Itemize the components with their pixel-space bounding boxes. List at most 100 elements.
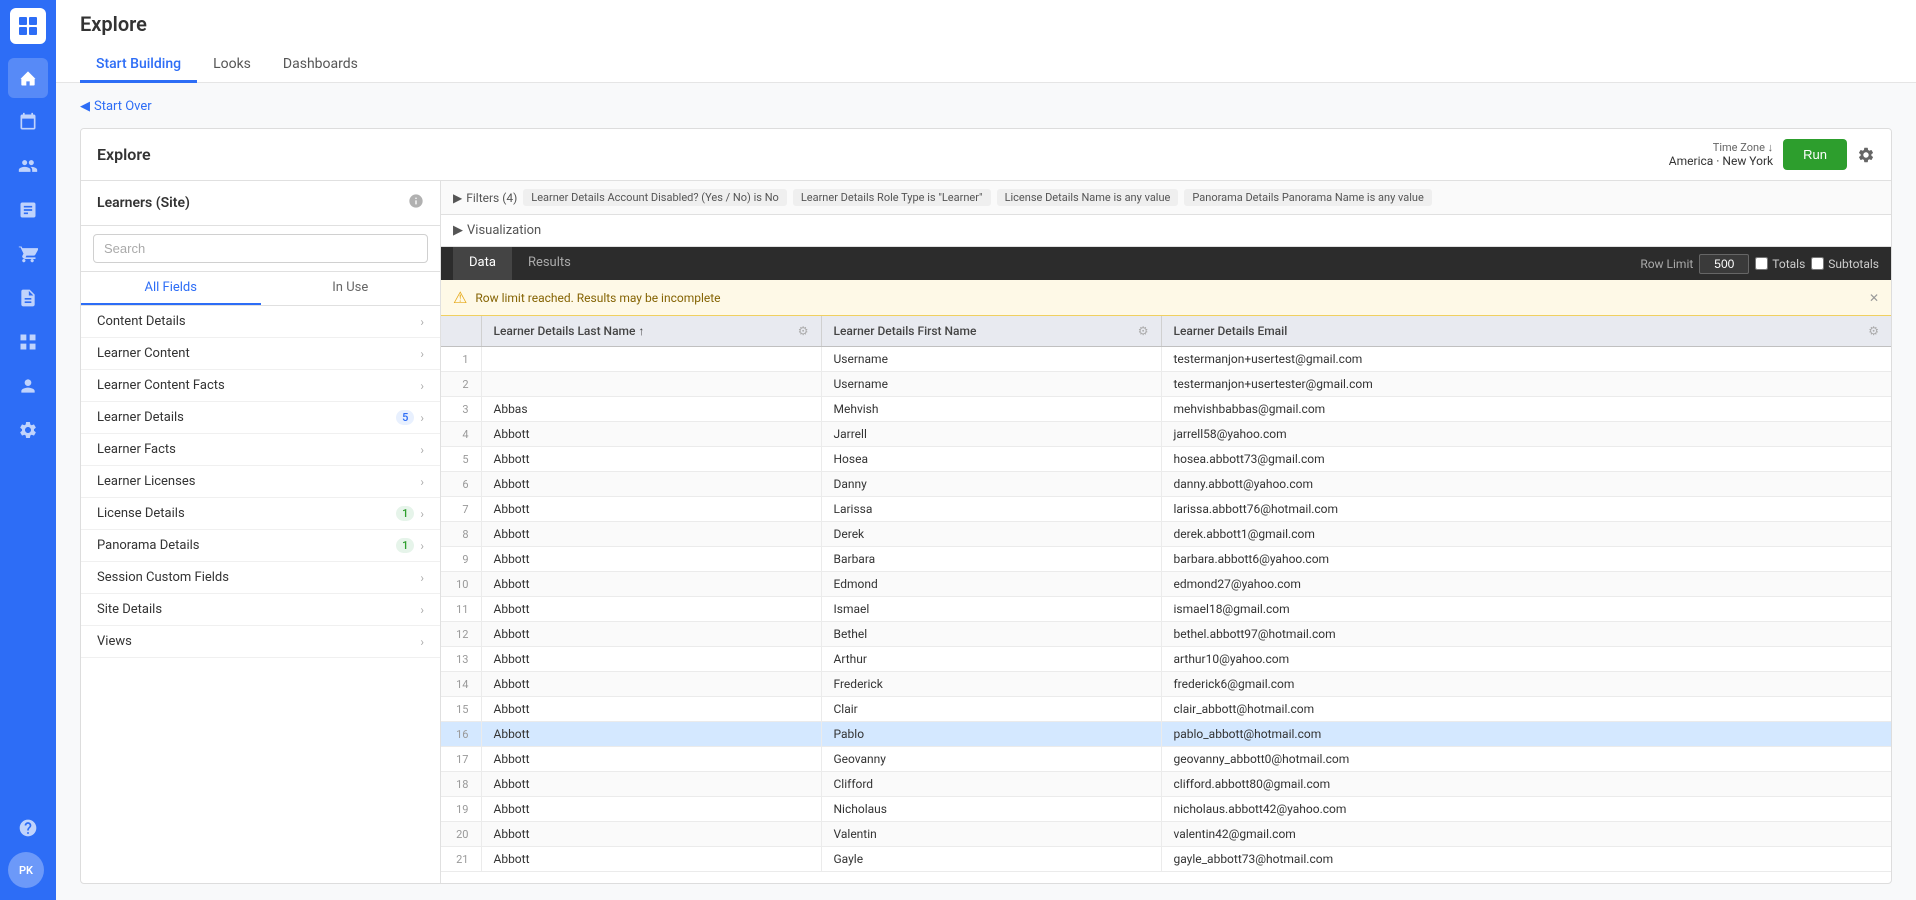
sidebar-settings-icon[interactable]	[8, 410, 48, 450]
start-over-link[interactable]: ◀ Start Over	[80, 99, 1892, 114]
sidebar-people-icon[interactable]	[8, 146, 48, 186]
close-warning-button[interactable]: ✕	[1869, 291, 1879, 305]
table-row[interactable]: 17 Abbott Geovanny geovanny_abbott0@hotm…	[441, 747, 1891, 772]
cell-email: edmond27@yahoo.com	[1161, 572, 1891, 597]
table-row[interactable]: 8 Abbott Derek derek.abbott1@gmail.com	[441, 522, 1891, 547]
table-row[interactable]: 3 Abbas Mehvish mehvishbabbas@gmail.com	[441, 397, 1891, 422]
table-row[interactable]: 1 Username testermanjon+usertest@gmail.c…	[441, 347, 1891, 372]
table-row[interactable]: 18 Abbott Clifford clifford.abbott80@gma…	[441, 772, 1891, 797]
totals-checkbox[interactable]	[1755, 257, 1768, 270]
col-settings-icon-2[interactable]: ⚙	[1138, 324, 1149, 338]
cell-last-name: Abbott	[481, 797, 821, 822]
sidebar-users-icon[interactable]	[8, 366, 48, 406]
cell-first-name: Gayle	[821, 847, 1161, 872]
field-item-license-details[interactable]: License Details 1 ›	[81, 498, 440, 530]
filters-toggle[interactable]: ▶ Filters (4)	[453, 191, 517, 205]
tab-all-fields[interactable]: All Fields	[81, 272, 261, 305]
row-number: 4	[441, 422, 481, 447]
tab-in-use[interactable]: In Use	[261, 272, 441, 305]
sidebar-document-icon[interactable]	[8, 278, 48, 318]
filter-chip-3[interactable]: License Details Name is any value	[997, 189, 1179, 206]
row-number: 11	[441, 597, 481, 622]
field-item-views[interactable]: Views ›	[81, 626, 440, 658]
table-row[interactable]: 9 Abbott Barbara barbara.abbott6@yahoo.c…	[441, 547, 1891, 572]
tab-looks[interactable]: Looks	[197, 48, 267, 83]
run-button[interactable]: Run	[1783, 139, 1847, 170]
table-row[interactable]: 6 Abbott Danny danny.abbott@yahoo.com	[441, 472, 1891, 497]
table-row[interactable]: 16 Abbott Pablo pablo_abbott@hotmail.com	[441, 722, 1891, 747]
subtotals-label: Subtotals	[1828, 257, 1879, 271]
table-row[interactable]: 14 Abbott Frederick frederick6@gmail.com	[441, 672, 1891, 697]
field-item-content-details[interactable]: Content Details ›	[81, 306, 440, 338]
tab-start-building[interactable]: Start Building	[80, 48, 197, 83]
field-label: Learner Content	[97, 346, 190, 361]
cell-first-name: Larissa	[821, 497, 1161, 522]
field-item-learner-facts[interactable]: Learner Facts ›	[81, 434, 440, 466]
explore-title: Explore	[97, 145, 151, 164]
field-item-learner-content-facts[interactable]: Learner Content Facts ›	[81, 370, 440, 402]
cell-first-name: Ismael	[821, 597, 1161, 622]
table-row[interactable]: 7 Abbott Larissa larissa.abbott76@hotmai…	[441, 497, 1891, 522]
filter-chip-2[interactable]: Learner Details Role Type is "Learner"	[793, 189, 991, 206]
row-number: 14	[441, 672, 481, 697]
left-panel: Learners (Site) All Fields In Use	[81, 181, 441, 883]
field-item-panorama-details[interactable]: Panorama Details 1 ›	[81, 530, 440, 562]
sidebar-home-icon[interactable]	[8, 58, 48, 98]
tab-dashboards[interactable]: Dashboards	[267, 48, 374, 83]
search-input[interactable]	[93, 234, 428, 263]
visualization-toggle[interactable]: ▶ Visualization	[453, 223, 541, 238]
explore-settings-button[interactable]	[1857, 146, 1875, 164]
table-row[interactable]: 11 Abbott Ismael ismael18@gmail.com	[441, 597, 1891, 622]
explore-header: Explore Time Zone ↓ America · New York R…	[81, 129, 1891, 181]
left-panel-info-icon[interactable]	[408, 193, 424, 213]
filter-chip-4[interactable]: Panorama Details Panorama Name is any va…	[1184, 189, 1431, 206]
table-row[interactable]: 20 Abbott Valentin valentin42@gmail.com	[441, 822, 1891, 847]
th-first-name[interactable]: Learner Details First Name ⚙	[821, 316, 1161, 347]
cell-email: barbara.abbott6@yahoo.com	[1161, 547, 1891, 572]
th-email[interactable]: Learner Details Email ⚙	[1161, 316, 1891, 347]
app-logo[interactable]	[10, 8, 46, 44]
subtotals-checkbox[interactable]	[1811, 257, 1824, 270]
field-list: Content Details › Learner Content ›	[81, 306, 440, 883]
table-row[interactable]: 4 Abbott Jarrell jarrell58@yahoo.com	[441, 422, 1891, 447]
table-row[interactable]: 5 Abbott Hosea hosea.abbott73@gmail.com	[441, 447, 1891, 472]
user-avatar[interactable]: PK	[8, 852, 44, 888]
data-tab-data[interactable]: Data	[453, 247, 512, 280]
cell-email: valentin42@gmail.com	[1161, 822, 1891, 847]
warning-left: ⚠ Row limit reached. Results may be inco…	[453, 288, 721, 307]
sidebar-cart-icon[interactable]	[8, 234, 48, 274]
row-limit-input[interactable]	[1699, 254, 1749, 274]
cell-email: mehvishbabbas@gmail.com	[1161, 397, 1891, 422]
field-item-learner-details[interactable]: Learner Details 5 ›	[81, 402, 440, 434]
field-item-learner-licenses[interactable]: Learner Licenses ›	[81, 466, 440, 498]
sidebar-chart-icon[interactable]	[8, 190, 48, 230]
subtotals-checkbox-label[interactable]: Subtotals	[1811, 257, 1879, 271]
field-item-learner-content[interactable]: Learner Content ›	[81, 338, 440, 370]
chevron-right-icon: ›	[420, 635, 424, 649]
col-settings-icon-3[interactable]: ⚙	[1868, 324, 1879, 338]
table-row[interactable]: 10 Abbott Edmond edmond27@yahoo.com	[441, 572, 1891, 597]
th-last-name[interactable]: Learner Details Last Name ↑ ⚙	[481, 316, 821, 347]
chevron-right-icon: ›	[420, 411, 424, 425]
timezone-value[interactable]: America · New York	[1669, 154, 1773, 168]
chevron-right-icon: ›	[420, 539, 424, 553]
sidebar-help-icon[interactable]	[8, 808, 48, 848]
sidebar-calendar-icon[interactable]	[8, 102, 48, 142]
sidebar-grid-icon[interactable]	[8, 322, 48, 362]
table-row[interactable]: 12 Abbott Bethel bethel.abbott97@hotmail…	[441, 622, 1891, 647]
data-tab-results[interactable]: Results	[512, 247, 587, 280]
field-item-session-custom-fields[interactable]: Session Custom Fields ›	[81, 562, 440, 594]
timezone-area[interactable]: Time Zone ↓ America · New York	[1669, 141, 1773, 168]
filter-chip-1[interactable]: Learner Details Account Disabled? (Yes /…	[523, 189, 787, 206]
row-number: 2	[441, 372, 481, 397]
col-settings-icon[interactable]: ⚙	[798, 324, 809, 338]
field-label: Learner Details	[97, 410, 184, 425]
table-row[interactable]: 21 Abbott Gayle gayle_abbott73@hotmail.c…	[441, 847, 1891, 872]
table-row[interactable]: 2 Username testermanjon+usertester@gmail…	[441, 372, 1891, 397]
field-item-site-details[interactable]: Site Details ›	[81, 594, 440, 626]
table-row[interactable]: 13 Abbott Arthur arthur10@yahoo.com	[441, 647, 1891, 672]
totals-checkbox-label[interactable]: Totals	[1755, 257, 1805, 271]
table-row[interactable]: 15 Abbott Clair clair_abbott@hotmail.com	[441, 697, 1891, 722]
table-row[interactable]: 19 Abbott Nicholaus nicholaus.abbott42@y…	[441, 797, 1891, 822]
cell-email: larissa.abbott76@hotmail.com	[1161, 497, 1891, 522]
